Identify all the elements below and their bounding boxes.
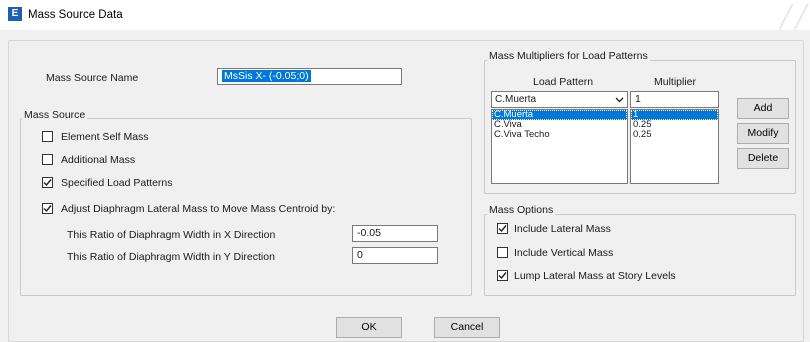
multiplier-column-header: Multiplier <box>654 76 697 88</box>
include-vertical-mass-checkbox[interactable] <box>497 247 508 258</box>
modify-button[interactable]: Modify <box>737 123 789 144</box>
additional-mass-checkbox[interactable] <box>42 154 53 165</box>
ratio-x-input[interactable]: -0.05 <box>352 225 438 242</box>
add-button[interactable]: Add <box>737 98 789 119</box>
load-pattern-list-item[interactable]: C.Viva Techo <box>492 130 627 140</box>
specified-load-patterns-label: Specified Load Patterns <box>61 177 173 189</box>
load-pattern-dropdown[interactable]: C.Muerta <box>491 91 628 108</box>
cancel-button[interactable]: Cancel <box>434 317 500 338</box>
ratio-x-label: This Ratio of Diaphragm Width in X Direc… <box>67 229 276 241</box>
mass-options-title: Mass Options <box>487 203 556 217</box>
multiplier-list-item[interactable]: 0.25 <box>631 130 718 140</box>
include-vertical-mass-label: Include Vertical Mass <box>514 247 614 259</box>
mass-multipliers-title: Mass Multipliers for Load Patterns <box>487 49 650 63</box>
mass-source-name-input[interactable]: MsSis X- (-0.05;0) <box>217 68 402 85</box>
watermark-decoration: ╱╱ <box>779 4 810 29</box>
include-lateral-mass-checkbox[interactable] <box>497 223 508 234</box>
specified-load-patterns-checkbox[interactable] <box>42 177 53 188</box>
element-self-mass-checkbox[interactable] <box>42 131 53 142</box>
multiplier-list[interactable]: 1 0.25 0.25 <box>630 109 719 184</box>
mass-source-name-value: MsSis X- (-0.05;0) <box>222 70 311 82</box>
window-title: Mass Source Data <box>28 9 123 21</box>
lump-lateral-mass-checkbox[interactable] <box>497 270 508 281</box>
adjust-diaphragm-label: Adjust Diaphragm Lateral Mass to Move Ma… <box>61 203 336 215</box>
delete-button[interactable]: Delete <box>737 148 789 169</box>
multiplier-input[interactable]: 1 <box>630 91 719 108</box>
ratio-y-input[interactable]: 0 <box>352 247 438 264</box>
chevron-down-icon <box>615 97 624 103</box>
mass-source-name-label: Mass Source Name <box>46 72 139 84</box>
load-pattern-list[interactable]: C.Muerta C.Viva C.Viva Techo <box>491 109 628 184</box>
additional-mass-label: Additional Mass <box>61 154 136 166</box>
load-pattern-dropdown-value: C.Muerta <box>495 94 537 105</box>
element-self-mass-label: Element Self Mass <box>61 131 149 143</box>
ok-button[interactable]: OK <box>336 317 402 338</box>
mass-source-title: Mass Source <box>22 108 88 122</box>
include-lateral-mass-label: Include Lateral Mass <box>514 223 611 235</box>
load-pattern-column-header: Load Pattern <box>533 76 594 88</box>
adjust-diaphragm-checkbox[interactable] <box>42 203 53 214</box>
ratio-y-label: This Ratio of Diaphragm Width in Y Direc… <box>67 251 275 263</box>
lump-lateral-mass-label: Lump Lateral Mass at Story Levels <box>514 270 676 282</box>
app-icon: E <box>8 7 22 21</box>
